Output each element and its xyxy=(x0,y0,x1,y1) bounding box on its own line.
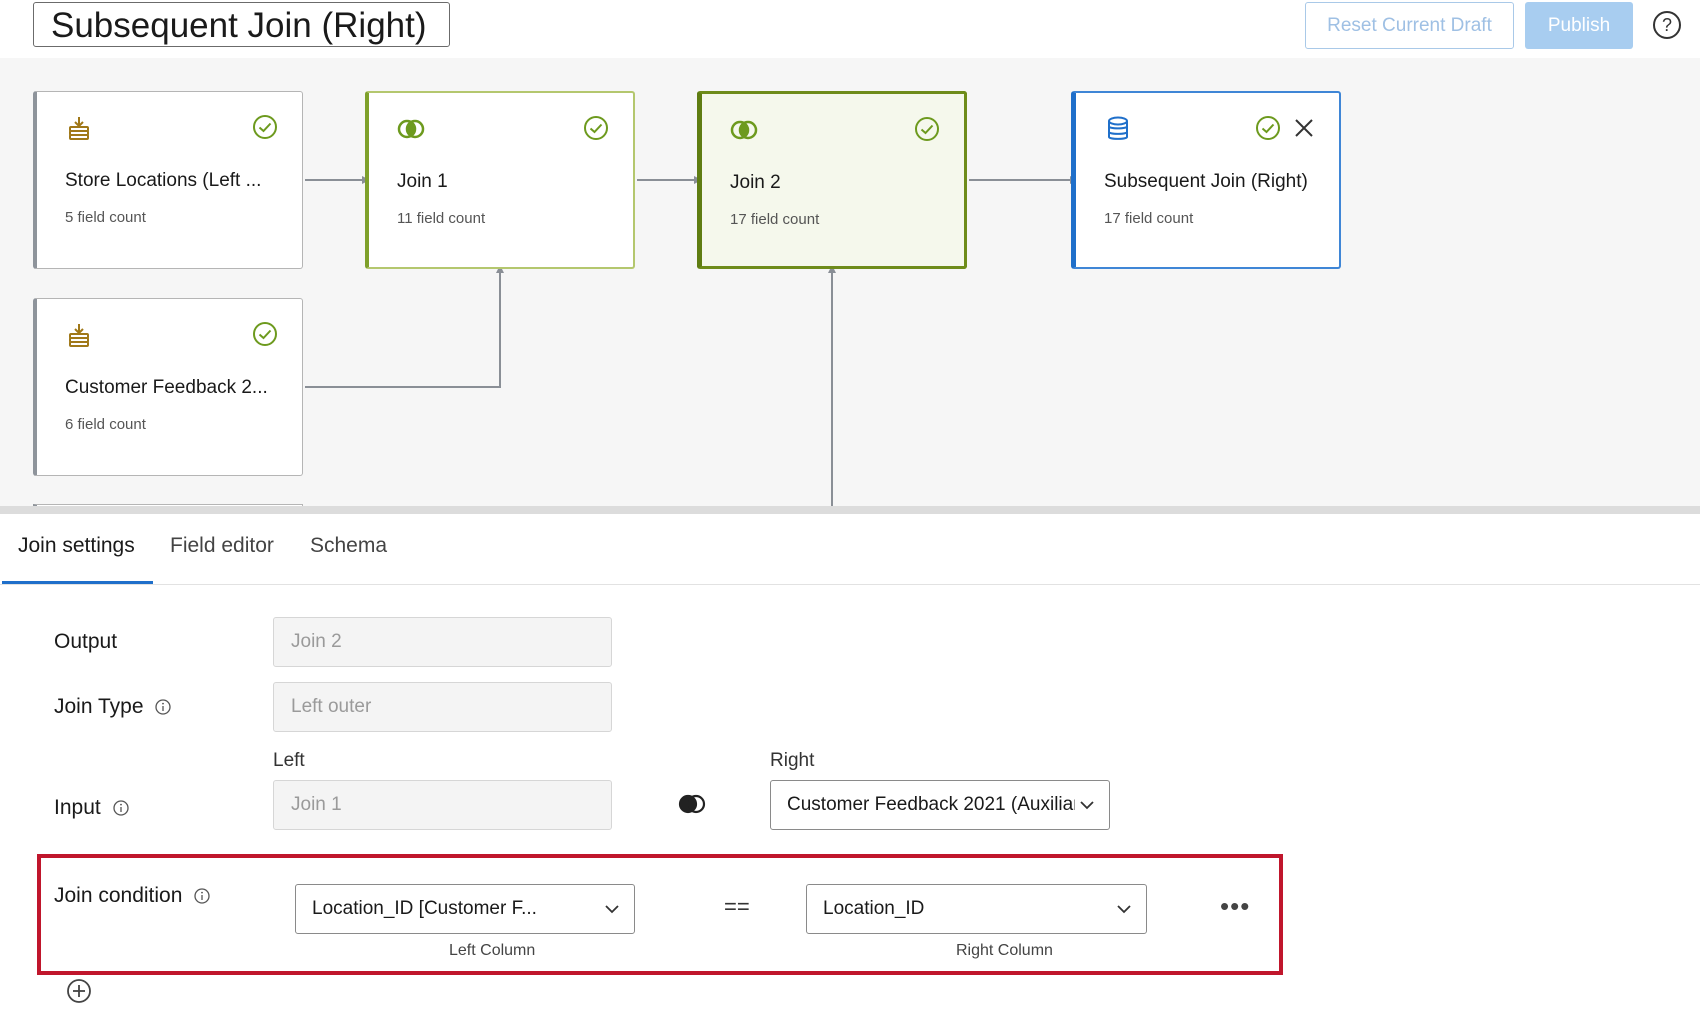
join-icon xyxy=(730,120,758,140)
reset-draft-button[interactable]: Reset Current Draft xyxy=(1305,2,1514,49)
dataset-download-icon xyxy=(69,324,89,347)
info-icon[interactable] xyxy=(194,888,210,905)
equals-operator: == xyxy=(724,894,750,919)
panel-resize-divider[interactable] xyxy=(0,506,1700,514)
pipeline-canvas[interactable]: Store Locations (Left ... 5 field count … xyxy=(0,58,1700,506)
left-input-label: Left xyxy=(273,750,305,771)
right-input-value: Customer Feedback 2021 (Auxiliary) xyxy=(787,794,1075,815)
node-title: Join 1 xyxy=(397,171,448,192)
tab-schema[interactable]: Schema xyxy=(310,534,387,558)
check-icon xyxy=(253,115,277,139)
database-icon xyxy=(1108,116,1128,140)
right-column-caption: Right Column xyxy=(956,942,1053,959)
join-type-label-text: Join Type xyxy=(54,695,144,718)
dataset-download-icon xyxy=(69,117,89,140)
right-input-label: Right xyxy=(770,750,815,771)
right-column-value: Location_ID xyxy=(823,898,925,919)
join-type-icon xyxy=(678,794,706,814)
node-field-count: 17 field count xyxy=(1104,210,1194,227)
close-icon[interactable] xyxy=(1291,115,1317,141)
tab-join-settings[interactable]: Join settings xyxy=(18,534,135,558)
right-input-select[interactable]: Customer Feedback 2021 (Auxiliary) xyxy=(770,780,1110,830)
input-label-text: Input xyxy=(54,796,101,819)
node-join-1[interactable]: Join 1 11 field count xyxy=(365,91,635,269)
active-tab-indicator xyxy=(2,581,153,584)
check-icon xyxy=(253,322,277,346)
publish-button[interactable]: Publish xyxy=(1525,2,1633,49)
right-column-select[interactable]: Location_ID xyxy=(806,884,1147,934)
join-type-field: Left outer xyxy=(273,682,612,732)
info-icon[interactable] xyxy=(155,699,172,716)
output-field: Join 2 xyxy=(273,617,612,667)
header: Subsequent Join (Right) Reset Current Dr… xyxy=(0,0,1700,58)
chevron-down-icon xyxy=(1117,905,1131,914)
join-type-label: Join Type xyxy=(54,695,172,719)
left-column-caption: Left Column xyxy=(449,942,536,959)
input-label: Input xyxy=(54,796,129,820)
more-options-icon[interactable]: ••• xyxy=(1220,891,1250,922)
check-icon xyxy=(915,117,939,141)
chevron-down-icon xyxy=(605,905,619,914)
check-icon xyxy=(584,116,608,140)
node-title: Store Locations (Left ... xyxy=(65,170,262,191)
left-input-field: Join 1 xyxy=(273,780,612,830)
add-condition-icon[interactable] xyxy=(66,978,92,1004)
join-condition-label-text: Join condition xyxy=(54,884,183,907)
info-icon[interactable] xyxy=(112,800,129,817)
tab-bar: Join settings Field editor Schema xyxy=(0,514,1700,585)
left-column-value: Location_ID [Customer F... xyxy=(312,898,537,919)
join-condition-label: Join condition xyxy=(54,884,210,908)
left-column-select[interactable]: Location_ID [Customer F... xyxy=(295,884,635,934)
node-field-count: 5 field count xyxy=(65,209,146,226)
help-icon[interactable]: ? xyxy=(1653,11,1681,39)
node-subsequent-join[interactable]: Subsequent Join (Right) 17 field count xyxy=(1071,91,1341,269)
chevron-down-icon xyxy=(1080,801,1094,810)
node-store-locations[interactable]: Store Locations (Left ... 5 field count xyxy=(33,91,303,269)
page-title[interactable]: Subsequent Join (Right) xyxy=(33,2,450,47)
node-customer-feedback[interactable]: Customer Feedback 2... 6 field count xyxy=(33,298,303,476)
tab-field-editor[interactable]: Field editor xyxy=(170,534,274,558)
join-icon xyxy=(397,119,425,139)
output-label: Output xyxy=(54,630,118,653)
node-field-count: 6 field count xyxy=(65,416,146,433)
node-title: Subsequent Join (Right) xyxy=(1104,171,1308,192)
node-field-count: 11 field count xyxy=(397,210,486,227)
node-join-2[interactable]: Join 2 17 field count xyxy=(697,91,967,269)
node-field-count: 17 field count xyxy=(730,211,820,228)
node-title: Customer Feedback 2... xyxy=(65,377,268,398)
node-title: Join 2 xyxy=(730,172,781,193)
check-icon xyxy=(1256,116,1280,140)
